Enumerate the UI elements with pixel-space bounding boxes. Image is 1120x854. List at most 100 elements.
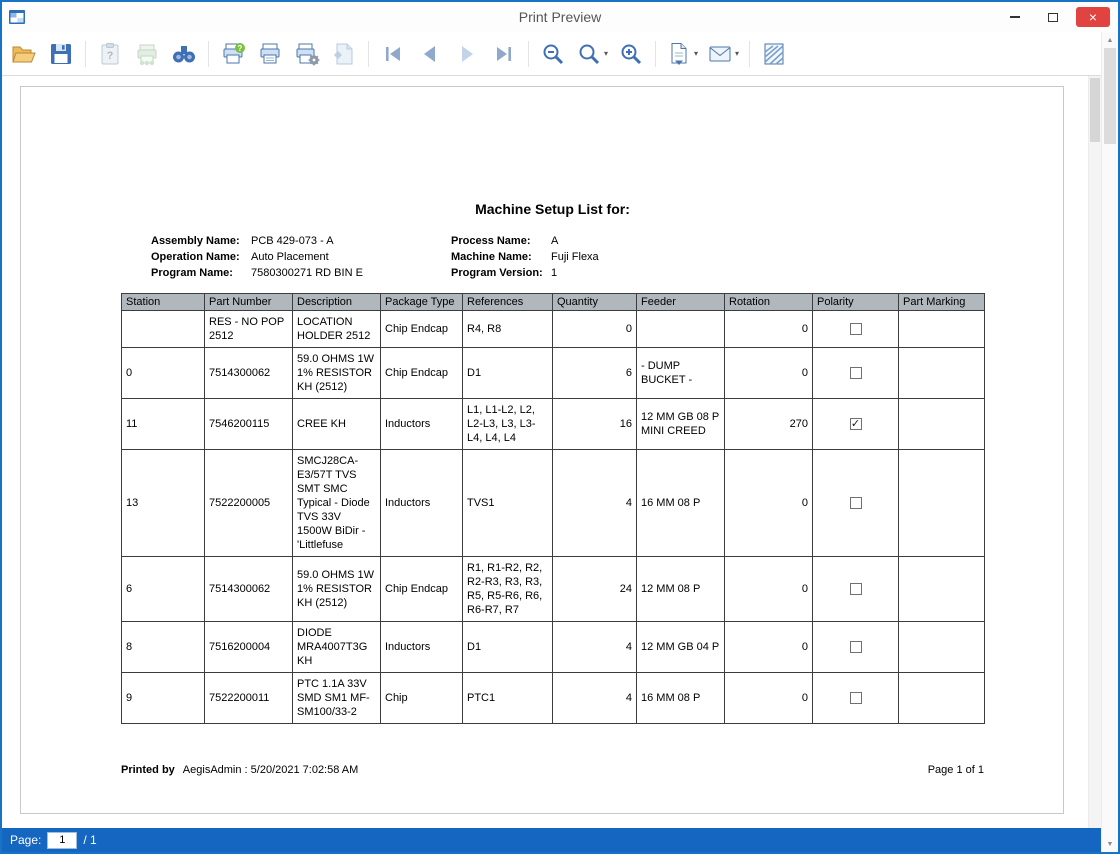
field-label: Program Name: [151, 265, 251, 281]
page-info: Page 1 of 1 [928, 764, 984, 776]
svg-text:?: ? [238, 44, 243, 53]
dropdown-caret-icon: ▾ [735, 49, 739, 58]
quantity-cell: 4 [553, 450, 637, 557]
next-page-button[interactable] [451, 37, 483, 71]
polarity-checkbox [850, 497, 862, 509]
printed-by-label: Printed by [121, 764, 175, 776]
page-total: / 1 [83, 833, 96, 847]
print-icon [257, 41, 283, 67]
print-batch-button[interactable] [131, 37, 163, 71]
last-page-button[interactable] [488, 37, 520, 71]
references-cell: L1, L1-L2, L2, L2-L3, L3, L3-L4, L4, L4 [463, 399, 553, 450]
quantity-cell: 4 [553, 622, 637, 673]
polarity-cell [813, 673, 899, 724]
dropdown-caret-icon: ▾ [694, 49, 698, 58]
print-quick-button[interactable]: ? [217, 37, 249, 71]
zoom-out-icon [540, 41, 566, 67]
feeder-cell: 16 MM 08 P [637, 450, 725, 557]
first-page-button[interactable] [377, 37, 409, 71]
binoculars-icon [171, 41, 197, 67]
package-type-cell: Inductors [381, 399, 463, 450]
page-setup-icon [331, 41, 357, 67]
station-cell: 13 [122, 450, 205, 557]
description-cell: DIODE MRA4007T3G KH [293, 622, 381, 673]
column-header: Part Number [205, 294, 293, 311]
feeder-cell: - DUMP BUCKET - [637, 348, 725, 399]
previous-page-icon [417, 41, 443, 67]
scroll-down-icon[interactable]: ▼ [1102, 836, 1118, 852]
open-folder-icon [11, 41, 37, 67]
zoom-out-button[interactable] [537, 37, 569, 71]
watermark-button[interactable] [758, 37, 790, 71]
rotation-cell: 0 [725, 622, 813, 673]
window-scrollbar[interactable]: ▲ ▼ [1101, 32, 1118, 852]
page-label: Page: [10, 833, 41, 847]
description-cell: 59.0 OHMS 1W 1% RESISTOR KH (2512) [293, 557, 381, 622]
last-page-icon [491, 41, 517, 67]
open-button[interactable] [8, 37, 40, 71]
minimize-button[interactable] [1000, 7, 1030, 27]
polarity-checkbox [850, 583, 862, 595]
polarity-cell: ✓ [813, 399, 899, 450]
close-icon: × [1089, 10, 1097, 24]
report-header-fields: Assembly Name:PCB 429-073 - A Operation … [121, 233, 984, 281]
scroll-up-icon[interactable]: ▲ [1102, 32, 1118, 48]
toolbar-separator [655, 41, 656, 67]
feeder-cell: 16 MM 08 P [637, 673, 725, 724]
printed-by-value: AegisAdmin : 5/20/2021 7:02:58 AM [183, 764, 359, 776]
field-value: PCB 429-073 - A [251, 233, 334, 249]
scrollbar-thumb[interactable] [1104, 48, 1116, 144]
field-value: A [551, 233, 558, 249]
part-marking-cell [899, 399, 985, 450]
previous-page-button[interactable] [414, 37, 446, 71]
quantity-cell: 24 [553, 557, 637, 622]
package-type-cell: Chip Endcap [381, 311, 463, 348]
print-settings-icon [294, 41, 320, 67]
setup-table: StationPart NumberDescriptionPackage Typ… [121, 293, 985, 724]
column-header: Polarity [813, 294, 899, 311]
setup-table-body: RES - NO POP 2512 LOCATION HOLDER 2512 C… [122, 311, 985, 724]
description-cell: 59.0 OHMS 1W 1% RESISTOR KH (2512) [293, 348, 381, 399]
preview-scrollbar[interactable] [1088, 76, 1101, 828]
titlebar: Print Preview × [2, 2, 1118, 32]
window-controls: × [1000, 7, 1118, 27]
page-number-input[interactable] [47, 832, 77, 849]
email-button[interactable]: ▾ [705, 37, 741, 71]
print-button[interactable] [254, 37, 286, 71]
part-marking-cell [899, 348, 985, 399]
maximize-button[interactable] [1038, 7, 1068, 27]
preview-area: Machine Setup List for: Assembly Name:PC… [2, 76, 1101, 828]
clipboard-help-button[interactable]: ? [94, 37, 126, 71]
polarity-checkbox [850, 692, 862, 704]
station-cell [122, 311, 205, 348]
feeder-cell [637, 311, 725, 348]
preview-scrollbar-thumb[interactable] [1090, 78, 1100, 142]
column-header: Quantity [553, 294, 637, 311]
close-button[interactable]: × [1076, 7, 1110, 27]
zoom-in-button[interactable] [615, 37, 647, 71]
description-cell: PTC 1.1A 33V SMD SM1 MF-SM100/33-2 [293, 673, 381, 724]
toolbar-separator [749, 41, 750, 67]
quantity-cell: 6 [553, 348, 637, 399]
description-cell: LOCATION HOLDER 2512 [293, 311, 381, 348]
field-label: Operation Name: [151, 249, 251, 265]
save-button[interactable] [45, 37, 77, 71]
part-number-cell: 7516200004 [205, 622, 293, 673]
table-row: RES - NO POP 2512 LOCATION HOLDER 2512 C… [122, 311, 985, 348]
polarity-cell [813, 450, 899, 557]
scrollbar-track[interactable] [1102, 48, 1118, 836]
printed-by: Printed by AegisAdmin : 5/20/2021 7:02:58… [121, 764, 358, 776]
print-settings-button[interactable] [291, 37, 323, 71]
table-row: 0 7514300062 59.0 OHMS 1W 1% RESISTOR KH… [122, 348, 985, 399]
polarity-cell [813, 311, 899, 348]
zoom-button[interactable]: ▾ [574, 37, 610, 71]
feeder-cell: 12 MM 08 P [637, 557, 725, 622]
print-quick-icon: ? [220, 41, 246, 67]
next-page-icon [454, 41, 480, 67]
export-button[interactable]: ▾ [664, 37, 700, 71]
table-row: 9 7522200011 PTC 1.1A 33V SMD SM1 MF-SM1… [122, 673, 985, 724]
page-setup-button[interactable] [328, 37, 360, 71]
polarity-checkbox [850, 641, 862, 653]
find-button[interactable] [168, 37, 200, 71]
references-cell: D1 [463, 622, 553, 673]
